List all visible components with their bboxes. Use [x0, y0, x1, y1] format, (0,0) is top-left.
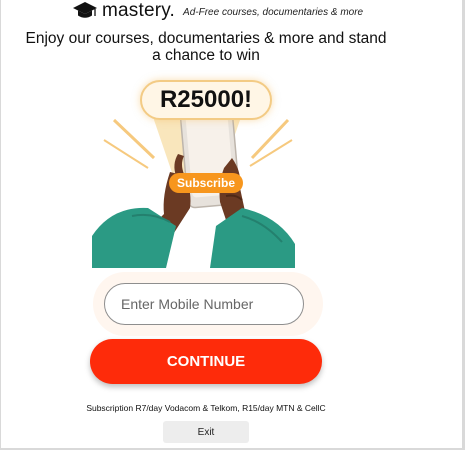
brand-name: mastery.	[102, 0, 176, 21]
exit-button[interactable]: Exit	[163, 421, 249, 443]
prize-badge: R25000!	[140, 80, 272, 120]
subscribe-badge: Subscribe	[169, 173, 243, 193]
promo-headline: Enjoy our courses, documentaries & more …	[0, 30, 412, 64]
graduation-cap-icon	[73, 2, 97, 18]
headline-line-2: a chance to win	[152, 47, 260, 64]
brand-header: mastery. Ad-Free courses, documentaries …	[72, 0, 363, 22]
continue-button[interactable]: CONTINUE	[90, 339, 322, 384]
mobile-number-input[interactable]	[104, 283, 304, 325]
brand-tagline: Ad-Free courses, documentaries & more	[183, 6, 364, 18]
subscription-terms: Subscription R7/day Vodacom & Telkom, R1…	[86, 403, 326, 413]
headline-line-1: Enjoy our courses, documentaries & more …	[25, 30, 387, 47]
window-frame-left	[0, 0, 1, 450]
